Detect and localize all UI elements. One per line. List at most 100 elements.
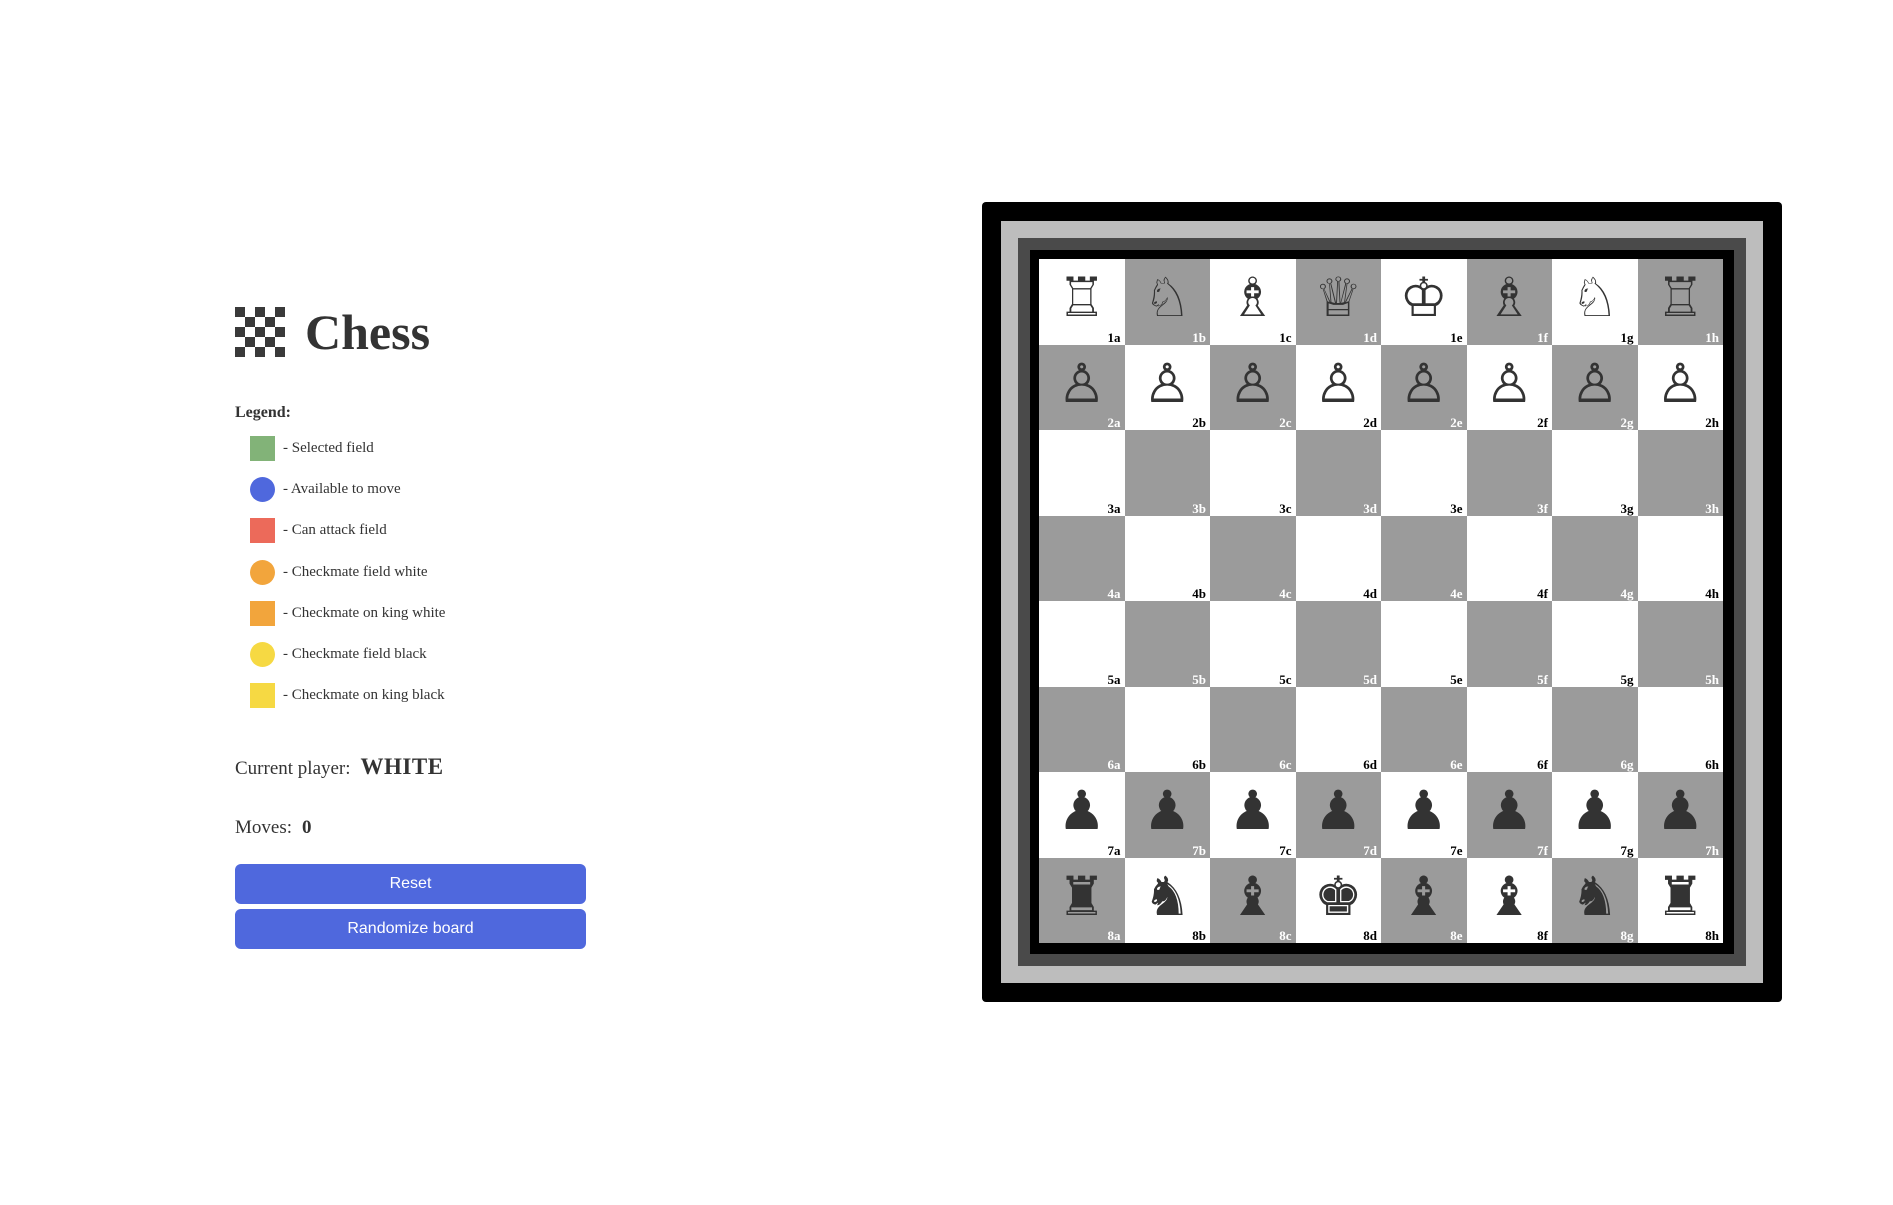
black-bishop-icon[interactable]: ♝ xyxy=(1400,869,1448,924)
square-4f[interactable]: 4f xyxy=(1466,515,1552,601)
black-pawn-icon[interactable]: ♟ xyxy=(1485,784,1533,838)
square-1g[interactable]: ♘ 1g xyxy=(1552,259,1638,345)
square-7e[interactable]: ♟ 7e xyxy=(1381,772,1467,858)
square-2f[interactable]: ♙ 2f xyxy=(1466,344,1552,430)
square-3a[interactable]: 3a xyxy=(1039,430,1125,516)
black-knight-icon[interactable]: ♞ xyxy=(1143,869,1191,924)
square-5g[interactable]: 5g xyxy=(1552,601,1638,687)
black-bishop-icon[interactable]: ♝ xyxy=(1229,869,1277,924)
square-6c[interactable]: 6c xyxy=(1210,686,1296,772)
white-queen-icon[interactable]: ♕ xyxy=(1314,271,1362,325)
square-6b[interactable]: 6b xyxy=(1124,686,1210,772)
square-2a[interactable]: ♙ 2a xyxy=(1039,344,1125,430)
square-3f[interactable]: 3f xyxy=(1466,430,1552,516)
white-rook-icon[interactable]: ♖ xyxy=(1058,271,1106,325)
square-2h[interactable]: ♙ 2h xyxy=(1637,344,1723,430)
square-8b[interactable]: ♞ 8b xyxy=(1124,857,1210,943)
square-3e[interactable]: 3e xyxy=(1381,430,1467,516)
square-7f[interactable]: ♟ 7f xyxy=(1466,772,1552,858)
white-pawn-icon[interactable]: ♙ xyxy=(1058,356,1106,411)
square-4e[interactable]: 4e xyxy=(1381,515,1467,601)
white-pawn-icon[interactable]: ♙ xyxy=(1400,356,1448,411)
square-8a[interactable]: ♜ 8a xyxy=(1039,857,1125,943)
black-pawn-icon[interactable]: ♟ xyxy=(1229,784,1277,838)
black-bishop-icon[interactable]: ♝ xyxy=(1485,869,1533,924)
white-king-icon[interactable]: ♔ xyxy=(1400,271,1448,325)
black-pawn-icon[interactable]: ♟ xyxy=(1143,784,1191,838)
black-pawn-icon[interactable]: ♟ xyxy=(1058,784,1106,838)
square-3c[interactable]: 3c xyxy=(1210,430,1296,516)
square-5h[interactable]: 5h xyxy=(1637,601,1723,687)
square-6h[interactable]: 6h xyxy=(1637,686,1723,772)
white-rook-icon[interactable]: ♖ xyxy=(1656,271,1704,325)
white-knight-icon[interactable]: ♘ xyxy=(1571,271,1619,325)
square-6d[interactable]: 6d xyxy=(1295,686,1381,772)
square-8d[interactable]: ♚ 8d xyxy=(1295,857,1381,943)
square-8e[interactable]: ♝ 8e xyxy=(1381,857,1467,943)
square-5e[interactable]: 5e xyxy=(1381,601,1467,687)
square-2d[interactable]: ♙ 2d xyxy=(1295,344,1381,430)
square-4d[interactable]: 4d xyxy=(1295,515,1381,601)
black-knight-icon[interactable]: ♞ xyxy=(1571,869,1619,924)
black-pawn-icon[interactable]: ♟ xyxy=(1571,784,1619,838)
square-1e[interactable]: ♔ 1e xyxy=(1381,259,1467,345)
square-7c[interactable]: ♟ 7c xyxy=(1210,772,1296,858)
square-3h[interactable]: 3h xyxy=(1637,430,1723,516)
square-1h[interactable]: ♖ 1h xyxy=(1637,259,1723,345)
white-pawn-icon[interactable]: ♙ xyxy=(1314,356,1362,411)
square-3g[interactable]: 3g xyxy=(1552,430,1638,516)
square-2g[interactable]: ♙ 2g xyxy=(1552,344,1638,430)
square-5a[interactable]: 5a xyxy=(1039,601,1125,687)
square-5c[interactable]: 5c xyxy=(1210,601,1296,687)
white-bishop-icon[interactable]: ♗ xyxy=(1229,271,1277,325)
white-pawn-icon[interactable]: ♙ xyxy=(1571,356,1619,411)
square-1d[interactable]: ♕ 1d xyxy=(1295,259,1381,345)
square-1c[interactable]: ♗ 1c xyxy=(1210,259,1296,345)
white-bishop-icon[interactable]: ♗ xyxy=(1485,271,1533,325)
square-2c[interactable]: ♙ 2c xyxy=(1210,344,1296,430)
square-5f[interactable]: 5f xyxy=(1466,601,1552,687)
square-1a[interactable]: ♖ 1a xyxy=(1039,259,1125,345)
square-4a[interactable]: 4a xyxy=(1039,515,1125,601)
white-pawn-icon[interactable]: ♙ xyxy=(1656,356,1704,411)
square-4h[interactable]: 4h xyxy=(1637,515,1723,601)
square-6e[interactable]: 6e xyxy=(1381,686,1467,772)
square-1f[interactable]: ♗ 1f xyxy=(1466,259,1552,345)
square-8h[interactable]: ♜ 8h xyxy=(1637,857,1723,943)
square-6g[interactable]: 6g xyxy=(1552,686,1638,772)
black-pawn-icon[interactable]: ♟ xyxy=(1656,784,1704,838)
square-1b[interactable]: ♘ 1b xyxy=(1124,259,1210,345)
square-5b[interactable]: 5b xyxy=(1124,601,1210,687)
square-7a[interactable]: ♟ 7a xyxy=(1039,772,1125,858)
square-8g[interactable]: ♞ 8g xyxy=(1552,857,1638,943)
square-5d[interactable]: 5d xyxy=(1295,601,1381,687)
black-pawn-icon[interactable]: ♟ xyxy=(1400,784,1448,838)
square-2e[interactable]: ♙ 2e xyxy=(1381,344,1467,430)
randomize-board-button[interactable]: Randomize board xyxy=(235,909,586,950)
square-3d[interactable]: 3d xyxy=(1295,430,1381,516)
black-rook-icon[interactable]: ♜ xyxy=(1656,869,1704,924)
square-7g[interactable]: ♟ 7g xyxy=(1552,772,1638,858)
square-6f[interactable]: 6f xyxy=(1466,686,1552,772)
square-7h[interactable]: ♟ 7h xyxy=(1637,772,1723,858)
reset-button[interactable]: Reset xyxy=(235,864,586,905)
black-king-icon[interactable]: ♚ xyxy=(1314,869,1362,924)
square-3b[interactable]: 3b xyxy=(1124,430,1210,516)
square-7b[interactable]: ♟ 7b xyxy=(1124,772,1210,858)
white-pawn-icon[interactable]: ♙ xyxy=(1143,356,1191,411)
square-7d[interactable]: ♟ 7d xyxy=(1295,772,1381,858)
square-8c[interactable]: ♝ 8c xyxy=(1210,857,1296,943)
square-8f[interactable]: ♝ 8f xyxy=(1466,857,1552,943)
white-pawn-icon[interactable]: ♙ xyxy=(1485,356,1533,411)
square-4b[interactable]: 4b xyxy=(1124,515,1210,601)
black-rook-icon[interactable]: ♜ xyxy=(1058,869,1106,924)
square-2b[interactable]: ♙ 2b xyxy=(1124,344,1210,430)
white-pawn-icon[interactable]: ♙ xyxy=(1229,356,1277,411)
white-knight-icon[interactable]: ♘ xyxy=(1143,271,1191,325)
square-6a[interactable]: 6a xyxy=(1039,686,1125,772)
black-pawn-icon[interactable]: ♟ xyxy=(1314,784,1362,838)
square-4g[interactable]: 4g xyxy=(1552,515,1638,601)
chess-app: Chess Legend: - Selected field - Availabl… xyxy=(0,0,1893,1205)
legend-square-swatch xyxy=(250,518,275,544)
square-4c[interactable]: 4c xyxy=(1210,515,1296,601)
